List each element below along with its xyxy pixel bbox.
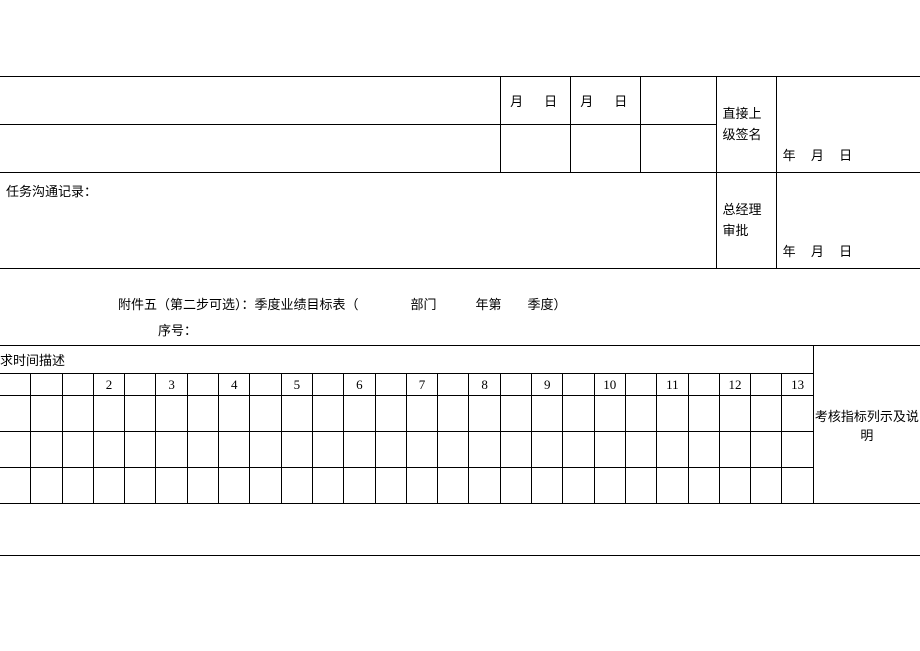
half-cell <box>125 374 156 396</box>
num-cell: 4 <box>219 374 250 396</box>
num-cell: 5 <box>281 374 312 396</box>
data-row <box>0 396 920 432</box>
blank-cell <box>571 125 641 173</box>
half-cell <box>500 374 531 396</box>
half-cell <box>62 374 93 396</box>
num-cell: 9 <box>532 374 563 396</box>
supervisor-sign-field: 年 月 日 <box>776 77 920 173</box>
blank-cell <box>0 125 501 173</box>
indicator-header: 考核指标列示及说明 <box>813 346 920 504</box>
half-cell <box>187 374 218 396</box>
blank-cell <box>641 125 716 173</box>
half-cell <box>312 374 343 396</box>
half-cell <box>563 374 594 396</box>
data-row <box>0 468 920 504</box>
half-cell <box>751 374 782 396</box>
quarter-target-table: 求时间描述 考核指标列示及说明 2 3 4 5 6 7 8 9 10 11 12… <box>0 345 920 504</box>
num-cell: 11 <box>657 374 688 396</box>
blank-cell <box>501 125 571 173</box>
num-cell: 6 <box>344 374 375 396</box>
half-cell <box>438 374 469 396</box>
number-row: 2 3 4 5 6 7 8 9 10 11 12 13 <box>0 374 920 396</box>
attachment-caption: 附件五（第二步可选）：季度业绩目标表（ 部门 年第 季度） <box>0 292 920 318</box>
blank-cell <box>0 77 501 125</box>
num-cell: 13 <box>782 374 813 396</box>
serial-caption: 序号： <box>0 318 920 344</box>
date-cell-1: 月 日 <box>501 77 571 125</box>
time-desc-header: 求时间描述 <box>0 346 813 374</box>
gm-approval-label: 总经理审批 <box>716 173 776 269</box>
half-cell <box>0 374 31 396</box>
date-cell-2: 月 日 <box>571 77 641 125</box>
gm-approval-field: 年 月 日 <box>776 173 920 269</box>
num-cell: 12 <box>719 374 750 396</box>
num-cell: 10 <box>594 374 625 396</box>
half-cell <box>250 374 281 396</box>
approval-table: 月 日 月 日 直接上级签名 年 月 日 任务沟通记录： 总经理审批 年 月 日 <box>0 76 920 269</box>
num-cell: 3 <box>156 374 187 396</box>
half-cell <box>625 374 656 396</box>
num-cell: 8 <box>469 374 500 396</box>
bottom-rule <box>0 555 920 556</box>
half-cell <box>688 374 719 396</box>
task-record-cell: 任务沟通记录： <box>0 173 716 269</box>
half-cell <box>375 374 406 396</box>
caption-area: 附件五（第二步可选）：季度业绩目标表（ 部门 年第 季度） 序号： <box>0 292 920 344</box>
num-cell <box>31 374 62 396</box>
blank-cell <box>641 77 716 125</box>
supervisor-sign-label: 直接上级签名 <box>716 77 776 173</box>
num-cell: 2 <box>93 374 124 396</box>
data-row <box>0 432 920 468</box>
num-cell: 7 <box>406 374 437 396</box>
